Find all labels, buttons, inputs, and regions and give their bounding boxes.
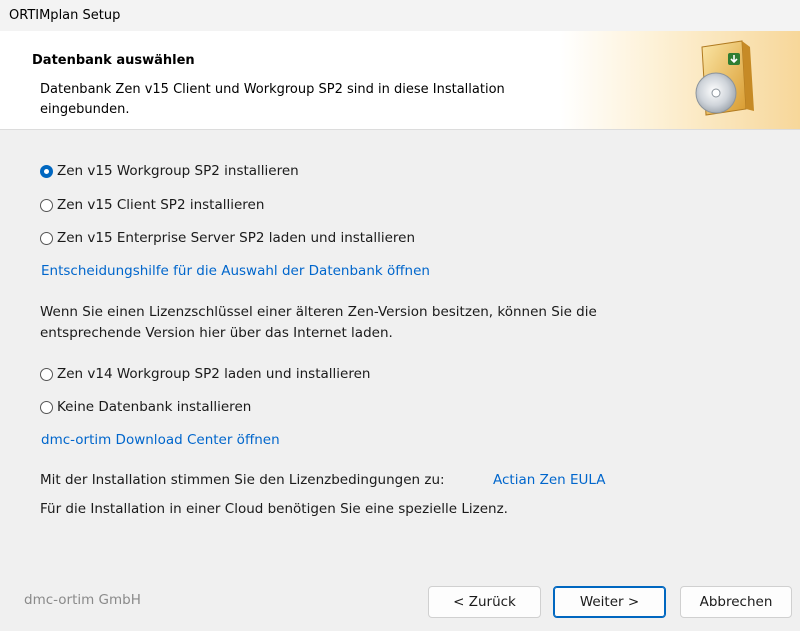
radio-no-database[interactable]: Keine Datenbank installieren (40, 397, 251, 417)
footer-brand: dmc-ortim GmbH (24, 592, 141, 608)
radio-label: Keine Datenbank installieren (57, 399, 252, 415)
radio-unselected-icon (40, 231, 53, 245)
radio-unselected-icon (40, 367, 53, 381)
next-button[interactable]: Weiter > (553, 586, 666, 618)
eula-text: Mit der Installation stimmen Sie den Liz… (40, 472, 445, 488)
radio-zen-v14-workgroup[interactable]: Zen v14 Workgroup SP2 laden und installi… (40, 364, 370, 384)
cancel-button[interactable]: Abbrechen (680, 586, 792, 618)
radio-label: Zen v14 Workgroup SP2 laden und installi… (57, 366, 371, 382)
eula-link[interactable]: Actian Zen EULA (493, 472, 605, 488)
setup-disc-icon (695, 40, 754, 116)
radio-selected-icon (40, 164, 53, 178)
header-description: Datenbank Zen v15 Client und Workgroup S… (40, 82, 505, 117)
radio-unselected-icon (40, 198, 53, 212)
header-title: Datenbank auswählen (32, 53, 195, 68)
radio-zen-v15-client[interactable]: Zen v15 Client SP2 installieren (40, 195, 264, 215)
license-info-text: Wenn Sie einen Lizenzschlüssel einer ält… (40, 304, 597, 341)
decision-help-link[interactable]: Entscheidungshilfe für die Auswahl der D… (41, 263, 430, 279)
back-button[interactable]: < Zurück (428, 586, 541, 618)
radio-label: Zen v15 Enterprise Server SP2 laden und … (57, 230, 416, 246)
radio-unselected-icon (40, 400, 53, 414)
cloud-license-note: Für die Installation in einer Cloud benö… (40, 501, 508, 517)
download-center-link[interactable]: dmc-ortim Download Center öffnen (41, 432, 280, 448)
radio-zen-v15-enterprise[interactable]: Zen v15 Enterprise Server SP2 laden und … (40, 228, 415, 248)
radio-label: Zen v15 Client SP2 installieren (57, 197, 265, 213)
title-bar: ORTIMplan Setup (0, 0, 800, 31)
radio-label: Zen v15 Workgroup SP2 installieren (57, 163, 299, 179)
wizard-header: Datenbank auswählen Datenbank Zen v15 Cl… (0, 31, 800, 129)
radio-zen-v15-workgroup[interactable]: Zen v15 Workgroup SP2 installieren (40, 161, 299, 181)
window-title: ORTIMplan Setup (9, 8, 121, 23)
